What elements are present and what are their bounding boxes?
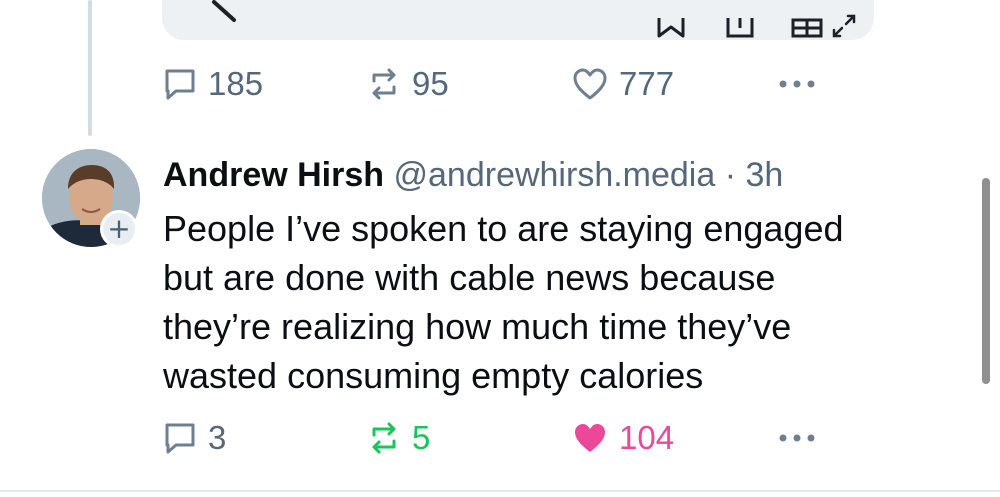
repost-icon (372, 68, 396, 100)
repost-button[interactable]: 5 (366, 416, 430, 460)
post-text-line: wasted consuming empty calories (163, 355, 704, 396)
heart-filled-icon (575, 424, 605, 452)
reply-icon (165, 423, 195, 454)
more-options-button[interactable] (767, 62, 827, 106)
reply-count: 185 (208, 65, 264, 102)
repost-count: 95 (412, 65, 449, 102)
expand-icon[interactable] (830, 12, 858, 40)
previous-post-actions: 185 95 777 (0, 62, 1000, 106)
more-icon (779, 80, 815, 88)
post-text-line: they’re realizing how much time they’ve (163, 306, 792, 347)
embedded-media-card[interactable] (162, 0, 874, 40)
author-handle[interactable]: @andrewhirsh.media (394, 156, 716, 194)
plus-icon: + (103, 213, 135, 245)
repost-count: 5 (412, 419, 431, 456)
reply-icon (165, 69, 195, 100)
post-text-line: People I’ve spoken to are staying engage… (163, 208, 844, 249)
post-body: People I’ve spoken to are staying engage… (163, 204, 943, 400)
back-arrow-icon (212, 0, 236, 22)
reply-button[interactable]: 3 (162, 416, 226, 460)
like-button[interactable]: 777 (571, 62, 674, 106)
scrollbar-thumb[interactable] (982, 178, 990, 384)
header-separator: · (724, 156, 737, 194)
bookmark-icon[interactable] (655, 18, 687, 40)
more-icon (779, 434, 815, 442)
post-actions: 3 5 104 (0, 416, 1000, 460)
like-count: 777 (619, 65, 675, 102)
like-count: 104 (619, 419, 675, 456)
like-button[interactable]: 104 (571, 416, 674, 460)
share-icon[interactable] (724, 18, 756, 40)
follow-button[interactable]: + (100, 210, 138, 248)
repost-icon (372, 422, 396, 454)
post-text-line: but are done with cable news because (163, 257, 776, 298)
heart-icon (573, 68, 607, 100)
author-name[interactable]: Andrew Hirsh (163, 156, 384, 194)
layout-icon[interactable] (790, 18, 824, 40)
repost-button[interactable]: 95 (366, 62, 449, 106)
reply-button[interactable]: 185 (162, 62, 263, 106)
post-timestamp[interactable]: 3h (746, 156, 784, 194)
post-divider (0, 490, 1000, 492)
more-options-button[interactable] (767, 416, 827, 460)
post-header: Andrew Hirsh @andrewhirsh.media · 3h (163, 152, 783, 198)
reply-count: 3 (208, 419, 227, 456)
